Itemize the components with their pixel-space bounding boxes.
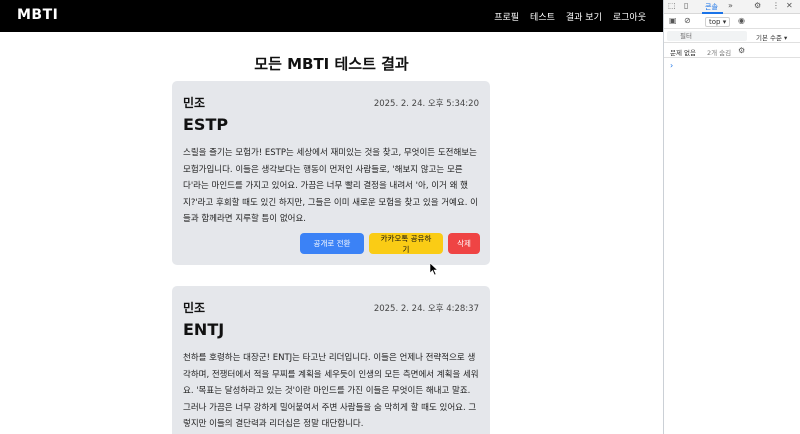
kebab-menu-icon[interactable]: ⋮ (772, 1, 780, 10)
result-card: 민조 2025. 2. 24. 오후 4:28:37 ENTJ 천하를 호령하는… (172, 286, 490, 434)
page-title: 모든 MBTI 테스트 결과 (254, 55, 409, 73)
delete-button[interactable]: 삭제 (448, 233, 480, 254)
log-level-select[interactable]: 기본 수준 ▾ (756, 32, 787, 42)
card-user-name: 민조 (183, 96, 206, 110)
brand-logo[interactable]: MBTI (17, 7, 58, 23)
hidden-count: 2개 숨김 (707, 49, 732, 57)
devtools-tabbar: ⬚ ▯ 콘솔 » ⚙ ⋮ ✕ (664, 0, 800, 14)
card-date: 2025. 2. 24. 오후 5:34:20 (373, 99, 479, 109)
app-viewport: MBTI 프로필 테스트 결과 보기 로그아웃 모든 MBTI 테스트 결과 민… (0, 0, 663, 434)
card-actions: 공개로 전환 카카오톡 공유하기 삭제 (300, 233, 480, 254)
eye-icon[interactable]: ◉ (738, 16, 745, 25)
device-toolbar-icon[interactable]: ▯ (684, 1, 688, 10)
sidebar-toggle-icon[interactable]: ▣ (669, 16, 677, 25)
card-mbti-type: ENTJ (183, 320, 225, 339)
clear-console-icon[interactable]: ⊘ (684, 16, 691, 25)
nav-link-test[interactable]: 테스트 (530, 10, 555, 23)
nav-link-profile[interactable]: 프로필 (494, 10, 519, 23)
make-public-button[interactable]: 공개로 전환 (300, 233, 364, 254)
nav-links: 프로필 테스트 결과 보기 로그아웃 (494, 10, 646, 23)
card-user-name: 민조 (183, 301, 206, 315)
tab-console[interactable]: 콘솔 (705, 2, 718, 12)
console-prompt[interactable]: › (664, 61, 800, 73)
filter-input[interactable]: 필터 (667, 31, 747, 41)
card-mbti-type: ESTP (183, 115, 229, 134)
mouse-cursor-icon (430, 263, 438, 275)
filter-bar: ▼ 필터 기본 수준 ▾ (664, 30, 800, 43)
issues-status: 문제 없음 (670, 49, 696, 57)
card-description: 스릴을 즐기는 모험가! ESTP는 세상에서 재미있는 것을 찾고, 무엇이든… (183, 148, 478, 224)
card-description: 천하를 호령하는 대장군! ENTJ는 타고난 리더입니다. 이들은 언제나 전… (183, 353, 479, 429)
prompt-chevron-icon: › (670, 61, 674, 70)
context-select[interactable]: top ▾ (705, 17, 731, 27)
close-icon[interactable]: ✕ (786, 1, 793, 10)
inspect-element-icon[interactable]: ⬚ (668, 1, 676, 10)
nav-link-logout[interactable]: 로그아웃 (613, 10, 646, 23)
active-tab-indicator (702, 12, 723, 14)
card-date: 2025. 2. 24. 오후 4:28:37 (373, 304, 479, 314)
gear-icon[interactable]: ⚙ (738, 46, 745, 55)
console-toolbar: ▣ ⊘ top ▾ ◉ (664, 15, 800, 29)
more-tabs-icon[interactable]: » (728, 1, 733, 10)
navbar: MBTI 프로필 테스트 결과 보기 로그아웃 (0, 0, 663, 32)
nav-link-results[interactable]: 결과 보기 (566, 10, 602, 23)
issues-bar: 문제 없음 2개 숨김 ⚙ (664, 44, 800, 58)
gear-icon[interactable]: ⚙ (754, 1, 761, 10)
kakao-share-button[interactable]: 카카오톡 공유하기 (369, 233, 443, 254)
result-card: 민조 2025. 2. 24. 오후 5:34:20 ESTP 스릴을 즐기는 … (172, 81, 490, 265)
devtools-panel: ⬚ ▯ 콘솔 » ⚙ ⋮ ✕ ▣ ⊘ top ▾ ◉ ▼ 필터 기본 수준 ▾ … (663, 0, 800, 434)
